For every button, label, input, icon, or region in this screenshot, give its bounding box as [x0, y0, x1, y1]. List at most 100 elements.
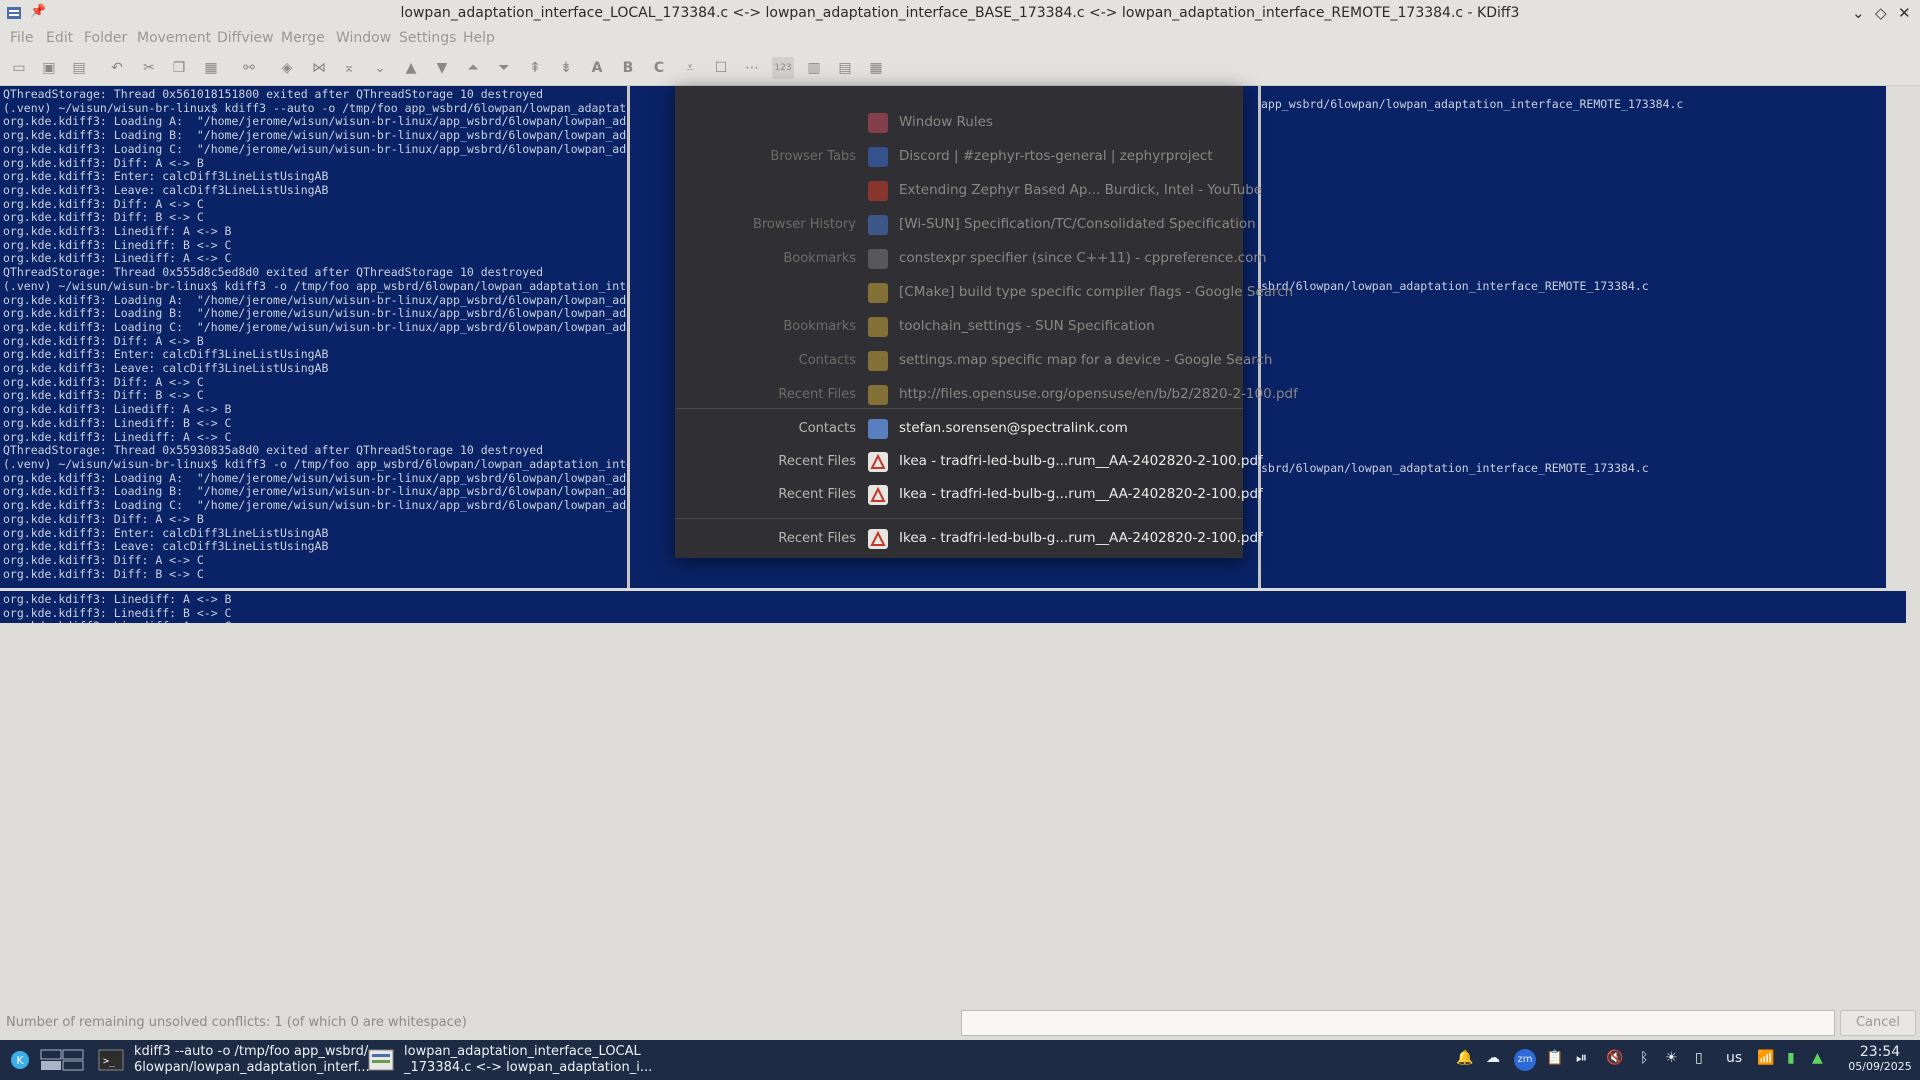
battery-icon[interactable]: ▮ [1787, 1050, 1795, 1066]
go-next-conflict-icon[interactable]: ⌄ [369, 57, 391, 79]
result-title: Ikea - tradfri-led-bulb-g...rum__AA-2402… [899, 453, 1263, 469]
result-icon [868, 317, 888, 337]
launcher-result-row[interactable]: Extending Zephyr Based Ap... Burdick, In… [675, 176, 1262, 206]
undo-icon[interactable]: ↶ [106, 57, 128, 79]
cloud-sync-icon[interactable]: ☁ [1486, 1050, 1500, 1066]
menu-bar: File Edit Folder Movement Diffview Merge… [0, 28, 1920, 50]
wifi-icon[interactable]: 📶 [1757, 1050, 1774, 1066]
result-category: Browser History [752, 217, 856, 232]
diff-pane-a[interactable]: QThreadStorage: Thread 0x561018151800 ex… [0, 86, 627, 588]
diff-pane-c[interactable]: app_wsbrd/6lowpan/lowpan_adaptation_inte… [1261, 86, 1886, 588]
terminal-fragment: sbrd/6lowpan/lowpan_adaptation_interface… [1261, 279, 1649, 293]
go-prev-delta-icon[interactable]: ▲ [400, 57, 422, 79]
result-title: Ikea - tradfri-led-bulb-g...rum__AA-2402… [899, 486, 1263, 502]
result-category: Contacts [798, 353, 856, 368]
krunner-launcher: Window Rules Browser Tabs Discord | #zephy… [675, 86, 1298, 558]
launcher-result-row[interactable]: Recent Files Ikea - tradfri-led-bulb-g...… [675, 524, 1263, 554]
close-icon[interactable]: ✕ [1898, 4, 1911, 22]
show-whitespace-icon[interactable]: ☐ [710, 57, 732, 79]
status-input[interactable] [961, 1010, 1835, 1036]
result-title: Extending Zephyr Based Ap... Burdick, In… [899, 182, 1263, 198]
launcher-result-row[interactable]: Window Rules [675, 108, 1243, 138]
cut-icon[interactable]: ✂ [138, 57, 160, 79]
menu-file[interactable]: File [10, 30, 33, 46]
terminal-fragment: sbrd/6lowpan/lowpan_adaptation_interface… [1261, 461, 1649, 475]
clock-date: 05/09/2025 [1848, 1060, 1912, 1073]
volume-muted-icon[interactable]: 🔇 [1606, 1050, 1623, 1066]
join-view-icon[interactable]: ▤ [834, 57, 856, 79]
select-b-icon[interactable]: B [617, 57, 639, 79]
maximize-icon[interactable]: ◇ [1875, 4, 1887, 22]
network-status-icon[interactable]: ▲ [1812, 1050, 1823, 1066]
pdf-icon [868, 485, 888, 505]
taskbar: K >_ kdiff3 --auto -o /tmp/foo app_wsbrd… [0, 1040, 1920, 1080]
select-c-icon[interactable]: C [648, 57, 670, 79]
result-title: stefan.sorensen@spectralink.com [899, 420, 1128, 436]
pager-icon[interactable] [40, 1049, 84, 1071]
minimize-icon[interactable]: ⌄ [1852, 4, 1865, 22]
result-category: Recent Files [778, 387, 856, 402]
brightness-icon[interactable]: ☀ [1665, 1050, 1678, 1066]
result-icon [868, 249, 888, 269]
select-a-icon[interactable]: A [586, 57, 608, 79]
task-kdiff3[interactable]: lowpan_adaptation_interface_LOCAL _17338… [404, 1044, 652, 1076]
launcher-result-row[interactable]: Browser History [Wi-SUN] Specification/TC… [675, 210, 1256, 240]
print-icon[interactable]: ▤ [68, 57, 90, 79]
result-title: [CMake] build type specific compiler fla… [899, 284, 1294, 300]
clipboard-icon[interactable]: 📋 [1546, 1050, 1563, 1066]
launcher-result-row[interactable]: Recent Files Ikea - tradfri-led-bulb-g...… [675, 480, 1263, 510]
menu-settings[interactable]: Settings [399, 30, 456, 46]
title-bar: 📌 lowpan_adaptation_interface_LOCAL_1733… [0, 0, 1920, 28]
go-top-icon[interactable]: ⋈ [308, 57, 330, 79]
merge-output-pane[interactable]: org.kde.kdiff3: Linediff: A <-> B org.kd… [0, 591, 1906, 623]
paste-icon[interactable]: ▦ [200, 57, 222, 79]
result-icon [868, 283, 888, 303]
copy-icon[interactable]: ❐ [168, 57, 190, 79]
new-icon[interactable]: ▭ [8, 57, 30, 79]
launcher-result-row[interactable]: Bookmarks toolchain_settings - SUN Specif… [675, 312, 1243, 342]
show-lines-icon[interactable]: ⋯ [741, 57, 763, 79]
go-prev-conflict-icon[interactable]: ⌅ [338, 57, 360, 79]
go-prev-text-icon[interactable]: ⇞ [524, 57, 546, 79]
menu-edit[interactable]: Edit [46, 30, 73, 46]
keyboard-layout[interactable]: us [1726, 1050, 1742, 1066]
split-view-icon[interactable]: ▥ [803, 57, 825, 79]
go-next-delta-icon[interactable]: ▼ [431, 57, 453, 79]
zoom-icon[interactable]: zm [1514, 1049, 1536, 1071]
menu-window[interactable]: Window [336, 30, 391, 46]
auto-solve-icon[interactable]: ⩡ [679, 57, 701, 79]
launcher-result-row[interactable]: Contacts settings.map specific map for a … [675, 346, 1273, 376]
cancel-button[interactable]: Cancel [1840, 1010, 1916, 1036]
menu-help[interactable]: Help [463, 30, 495, 46]
launcher-result-row[interactable]: Recent Files Ikea - tradfri-led-bulb-g...… [675, 447, 1263, 477]
go-prev-unsolved-icon[interactable]: ⏶ [462, 57, 484, 79]
menu-movement[interactable]: Movement [137, 30, 211, 46]
clock[interactable]: 23:54 05/09/2025 [1846, 1044, 1914, 1073]
launcher-result-row[interactable]: Browser Tabs Discord | #zephyr-rtos-gener… [675, 142, 1243, 172]
go-next-unsolved-icon[interactable]: ⏷ [493, 57, 515, 79]
save-icon[interactable]: ▣ [38, 57, 60, 79]
result-icon [868, 181, 888, 201]
menu-merge[interactable]: Merge [281, 30, 325, 46]
menu-folder[interactable]: Folder [84, 30, 127, 46]
result-icon [868, 351, 888, 371]
kde-launcher-icon[interactable]: K [10, 1050, 30, 1070]
task-terminal[interactable]: kdiff3 --auto -o /tmp/foo app_wsbrd/ 6lo… [134, 1044, 370, 1076]
svg-text:K: K [16, 1054, 24, 1067]
go-current-icon[interactable]: ◈ [276, 57, 298, 79]
launcher-result-row[interactable]: Recent Files http://files.opensuse.org/op… [675, 380, 1298, 410]
menu-diffview[interactable]: Diffview [217, 30, 274, 46]
media-icon[interactable]: ⏯ [1576, 1050, 1587, 1066]
result-title: [Wi-SUN] Specification/TC/Consolidated S… [899, 216, 1256, 232]
launcher-result-row[interactable]: [CMake] build type specific compiler fla… [675, 278, 1293, 308]
go-next-text-icon[interactable]: ⇟ [555, 57, 577, 79]
find-icon[interactable]: ⚯ [238, 57, 260, 79]
launcher-result-row[interactable]: Contacts stefan.sorensen@spectralink.com [675, 414, 1243, 444]
line-numbers-icon[interactable]: 123 [772, 57, 794, 79]
launcher-result-row[interactable]: Bookmarks constexpr specifier (since C++1… [675, 244, 1267, 274]
window-icon[interactable]: ▦ [865, 57, 887, 79]
task-title: lowpan_adaptation_interface_LOCAL [404, 1044, 641, 1059]
bluetooth-icon[interactable]: ᛒ [1640, 1050, 1648, 1066]
notifications-icon[interactable]: 🔔 [1456, 1050, 1473, 1066]
device-icon[interactable]: ▯ [1695, 1050, 1703, 1066]
